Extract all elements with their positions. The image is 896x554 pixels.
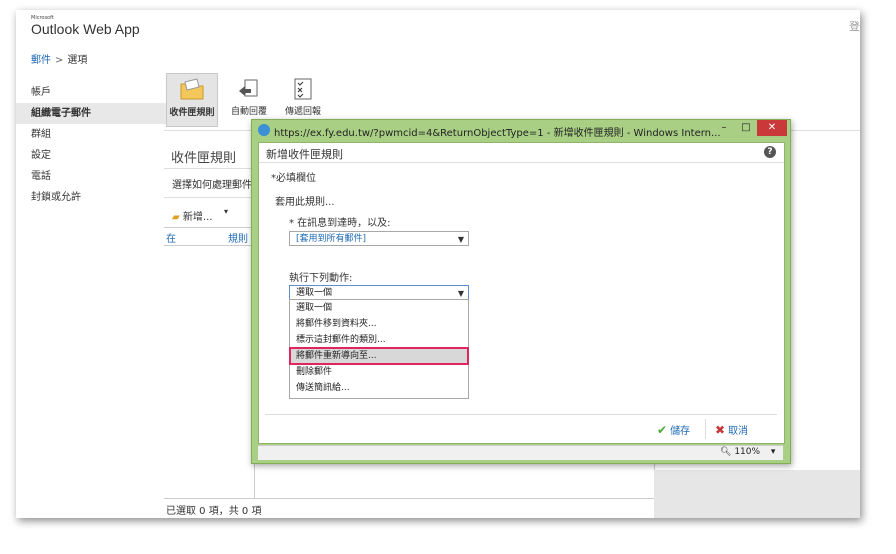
app-logo: Outlook Web App: [31, 21, 140, 37]
new-folder-icon: ▰: [172, 212, 180, 223]
selection-status: 已選取 0 項，共 0 項: [166, 506, 262, 517]
chevron-down-icon: ▼: [457, 235, 464, 244]
zoom-dropdown-icon: ▾: [770, 447, 776, 457]
page-description: 選擇如何處理郵件: [164, 168, 254, 198]
action-option-delete[interactable]: 刪除郵件: [290, 364, 468, 380]
ie-icon: [258, 124, 270, 136]
action-option-send-text[interactable]: 傳送簡訊給...: [290, 380, 468, 396]
help-icon[interactable]: ?: [764, 146, 776, 158]
new-rule-dialog: https://ex.fy.edu.tw/?pwmcid=4&ReturnObj…: [251, 119, 791, 464]
action-dropdown-list: 選取一個 將郵件移到資料夾... 標示這封郵件的類別... 將郵件重新導向至..…: [289, 299, 469, 399]
condition-label: * 在訊息到達時，以及:: [289, 218, 391, 229]
details-gray-area: [654, 470, 860, 518]
top-bar: Microsoft Outlook Web App 登: [16, 10, 860, 40]
delivery-report-icon: [290, 77, 316, 101]
save-label: 儲存: [670, 426, 691, 437]
inbox-rules-button[interactable]: 收件匣規則: [166, 73, 218, 127]
rules-list: [164, 244, 255, 498]
zoom-level: 110%: [734, 447, 761, 457]
action-value: 選取一個: [296, 288, 333, 298]
action-option-move-to-folder[interactable]: 將郵件移到資料夾...: [290, 316, 468, 332]
cancel-label: 取消: [728, 426, 749, 437]
breadcrumb: 郵件 > 選項: [31, 51, 87, 66]
auto-reply-label: 自動回覆: [230, 107, 267, 117]
sidebar-item-account[interactable]: 帳戶: [31, 82, 161, 103]
rules-toolbar: ▰ 新增... ▾: [164, 203, 264, 225]
sidebar-item-groups[interactable]: 群組: [31, 124, 161, 145]
status-divider: [164, 498, 654, 499]
auto-reply-icon: [236, 77, 262, 101]
breadcrumb-separator: >: [55, 55, 64, 66]
cancel-button[interactable]: ✖ 取消: [715, 422, 748, 437]
condition-select[interactable]: [套用到所有郵件] ▼: [289, 231, 469, 246]
delivery-report-label: 傳遞回報: [284, 107, 321, 117]
delivery-report-button[interactable]: 傳遞回報: [278, 73, 328, 125]
breadcrumb-mail-link[interactable]: 郵件: [31, 55, 51, 66]
new-dropdown-icon[interactable]: ▾: [224, 207, 228, 216]
apply-rule-label: 套用此規則...: [275, 197, 335, 208]
breadcrumb-current: 選項: [67, 55, 88, 66]
dialog-header: 新增收件匣規則 ?: [259, 143, 784, 163]
checkmark-icon: ✔: [657, 423, 668, 437]
sidebar-item-organize-email[interactable]: 組織電子郵件: [16, 103, 171, 124]
auto-reply-button[interactable]: 自動回覆: [224, 73, 274, 125]
inbox-rules-label: 收件匣規則: [169, 108, 215, 118]
save-button[interactable]: ✔ 儲存: [657, 422, 690, 437]
dialog-body: 新增收件匣規則 ? *必填欄位 套用此規則... * 在訊息到達時，以及: [套…: [258, 142, 785, 444]
new-rule-label: 新增...: [182, 212, 213, 223]
maximize-button[interactable]: □: [736, 120, 756, 136]
folder-rules-icon: [179, 78, 205, 102]
dialog-window-title: https://ex.fy.edu.tw/?pwmcid=4&ReturnObj…: [274, 128, 721, 139]
minimize-button[interactable]: –: [714, 120, 734, 136]
col-rule[interactable]: 規則: [228, 230, 248, 245]
dialog-footer-divider: [265, 414, 777, 415]
required-note: *必填欄位: [271, 173, 316, 184]
button-separator: [705, 419, 706, 439]
action-option-categorize[interactable]: 標示這封郵件的類別...: [290, 332, 468, 348]
page-title: 收件匣規則: [171, 151, 237, 166]
action-select[interactable]: 選取一個 ▼: [289, 285, 469, 300]
sign-out-link[interactable]: 登: [849, 18, 860, 34]
dialog-titlebar[interactable]: https://ex.fy.edu.tw/?pwmcid=4&ReturnObj…: [252, 120, 790, 140]
action-option-select-one[interactable]: 選取一個: [290, 300, 468, 316]
close-button[interactable]: ✕: [757, 120, 787, 136]
sidebar: 帳戶 組織電子郵件 群組 設定 電話 封鎖或允許: [16, 82, 171, 208]
sidebar-item-settings[interactable]: 設定: [31, 145, 161, 166]
dialog-heading: 新增收件匣規則: [266, 148, 343, 161]
sidebar-item-block-allow[interactable]: 封鎖或允許: [31, 187, 161, 208]
condition-value: [套用到所有郵件]: [296, 234, 367, 244]
zoom-icon: 🔍︎: [720, 447, 732, 457]
browser-statusbar: 🔍︎ 110% ▾: [258, 445, 783, 460]
new-rule-button[interactable]: ▰ 新增...: [172, 208, 212, 223]
action-label: 執行下列動作:: [289, 273, 353, 284]
action-option-redirect[interactable]: 將郵件重新導向至...: [289, 347, 469, 365]
zoom-control[interactable]: 🔍︎ 110% ▾: [720, 447, 775, 457]
col-on[interactable]: 在: [166, 230, 176, 245]
sidebar-item-phone[interactable]: 電話: [31, 166, 161, 187]
close-x-icon: ✖: [715, 423, 726, 437]
